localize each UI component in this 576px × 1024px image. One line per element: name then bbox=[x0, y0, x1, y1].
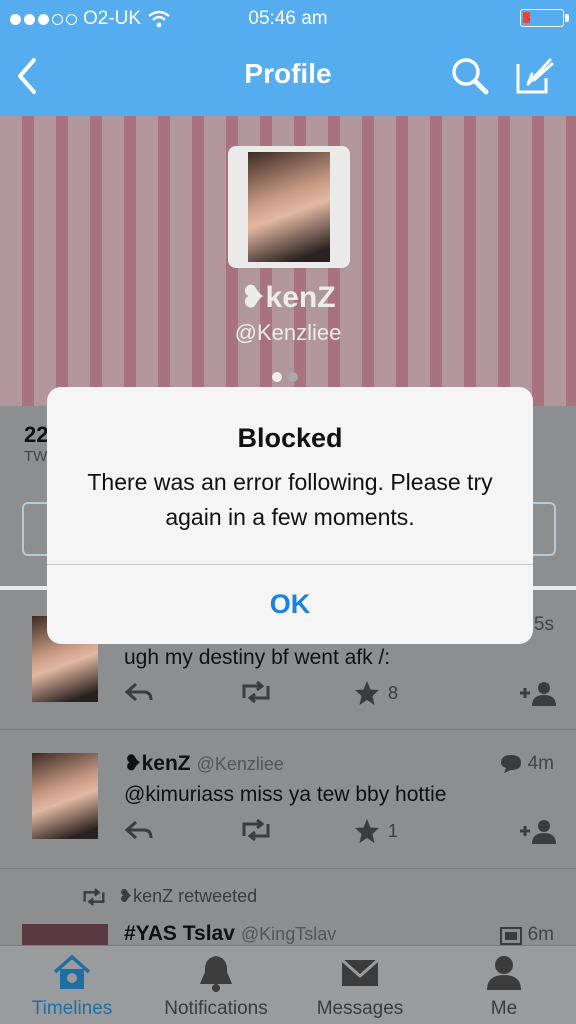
avatar[interactable] bbox=[32, 753, 98, 839]
profile-handle: @Kenzliee bbox=[234, 320, 342, 345]
tab-label: Timelines bbox=[31, 998, 113, 1019]
tab-label: Messages bbox=[316, 998, 404, 1019]
top-bar: O2-UK 05:46 am Profile bbox=[0, 0, 576, 116]
retweet-icon bbox=[83, 887, 105, 906]
status-time: 05:46 am bbox=[248, 8, 328, 29]
tweet-text: @kimuriass miss ya tew bby hottie bbox=[124, 783, 447, 806]
tweet-text: ugh my destiny bf went afk /: bbox=[124, 646, 391, 669]
tweet-actions: 8 bbox=[124, 680, 564, 710]
tab-messages[interactable]: Messages bbox=[288, 954, 432, 1020]
tab-label: Me bbox=[490, 998, 518, 1019]
tweet-time: 6m bbox=[499, 924, 554, 946]
bell-icon bbox=[200, 956, 232, 992]
retweet-icon[interactable] bbox=[238, 818, 274, 842]
person-icon bbox=[487, 956, 521, 990]
blocked-alert-dialog: Blocked There was an error following. Pl… bbox=[47, 387, 533, 644]
tweet-time: 5s bbox=[533, 614, 554, 635]
follow-user-icon[interactable] bbox=[518, 818, 558, 844]
tweets-label: TW bbox=[24, 448, 48, 465]
tweet-item[interactable]: ❥kenZ retweeted #YAS Tslav @KingTslav 6m bbox=[0, 870, 576, 954]
favorite-count: 1 bbox=[388, 820, 399, 841]
retweeted-by[interactable]: ❥kenZ retweeted bbox=[118, 886, 257, 907]
favorite-button[interactable]: 1 bbox=[354, 818, 398, 844]
status-bar: O2-UK 05:46 am bbox=[0, 0, 576, 38]
profile-name: ❥kenZ bbox=[240, 281, 336, 314]
reply-icon[interactable] bbox=[124, 680, 154, 704]
follow-user-icon[interactable] bbox=[518, 680, 558, 706]
tweet-item[interactable]: ❥kenZ @Kenzliee 4m @kimuriass miss ya tew… bbox=[0, 731, 576, 869]
battery-icon bbox=[520, 9, 569, 27]
tweet-actions: 1 bbox=[124, 818, 564, 848]
tweets-count[interactable]: 22 bbox=[24, 422, 48, 448]
star-icon bbox=[355, 681, 379, 705]
tab-bar: Timelines Notifications Messages Me bbox=[0, 945, 576, 1024]
tab-notifications[interactable]: Notifications bbox=[144, 954, 288, 1020]
conversation-icon bbox=[500, 755, 521, 773]
tweet-time: 4m bbox=[500, 753, 554, 775]
reply-icon[interactable] bbox=[124, 818, 154, 842]
tab-me[interactable]: Me bbox=[432, 954, 576, 1020]
tab-label: Notifications bbox=[164, 998, 268, 1019]
favorite-count: 8 bbox=[388, 682, 399, 703]
favorite-button[interactable]: 8 bbox=[354, 680, 398, 706]
profile-header: ❥kenZ @Kenzliee bbox=[0, 116, 576, 406]
nav-bar: Profile bbox=[0, 38, 576, 116]
search-icon[interactable] bbox=[450, 56, 490, 96]
home-icon bbox=[53, 954, 91, 989]
star-icon bbox=[355, 819, 379, 843]
dialog-title: Blocked bbox=[237, 423, 343, 453]
compose-icon[interactable] bbox=[514, 54, 556, 96]
tweet-author[interactable]: ❥kenZ @Kenzliee bbox=[124, 751, 284, 776]
profile-avatar[interactable] bbox=[228, 146, 350, 268]
tweet-handle: @Kenzliee bbox=[196, 754, 284, 774]
tweet-handle: @KingTslav bbox=[240, 924, 337, 944]
retweet-icon[interactable] bbox=[238, 680, 274, 704]
tweet-author[interactable]: #YAS Tslav @KingTslav bbox=[124, 922, 336, 946]
ok-button[interactable]: OK bbox=[47, 565, 533, 644]
envelope-icon bbox=[341, 958, 379, 986]
media-icon bbox=[499, 927, 522, 945]
tab-timelines[interactable]: Timelines bbox=[0, 954, 144, 1020]
page-indicator[interactable] bbox=[272, 372, 298, 382]
retweet-context: ❥kenZ retweeted bbox=[80, 886, 257, 907]
dialog-message: There was an error following. Please try… bbox=[87, 469, 493, 530]
